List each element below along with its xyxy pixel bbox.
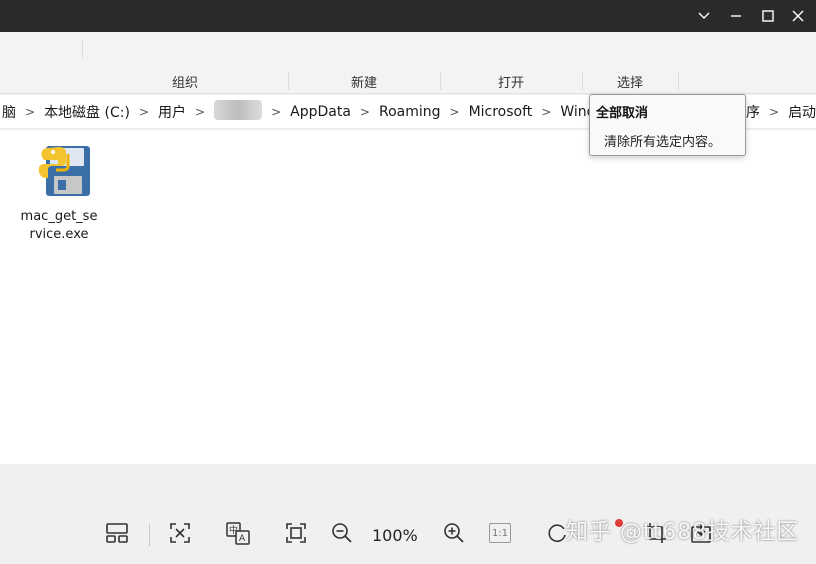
breadcrumb-username-redacted[interactable] <box>212 100 264 124</box>
chevron-right-icon[interactable]: > <box>762 105 786 119</box>
actual-size-button[interactable]: 1:1 <box>485 518 515 548</box>
zoom-out-button[interactable] <box>327 518 357 548</box>
minimize-button[interactable] <box>720 0 752 32</box>
python-installer-icon <box>38 146 90 196</box>
file-item[interactable]: mac_get_service.exe <box>18 142 100 244</box>
chevron-right-icon[interactable]: > <box>18 105 42 119</box>
breadcrumb-microsoft[interactable]: Microsoft <box>467 104 535 120</box>
chevron-right-icon[interactable]: > <box>132 105 156 119</box>
smart-crop-button[interactable] <box>165 518 195 548</box>
fit-screen-icon <box>286 523 306 543</box>
ribbon-group-open[interactable]: 打开 <box>440 72 582 91</box>
breadcrumb-users[interactable]: 用户 <box>156 102 188 122</box>
zoom-in-button[interactable] <box>439 518 469 548</box>
crop-x-icon <box>170 523 190 543</box>
chevron-right-icon[interactable]: > <box>264 105 288 119</box>
watermark-text: 知乎 @tt688技术社区 <box>566 520 800 545</box>
fit-window-button[interactable] <box>281 518 311 548</box>
zoom-level: 100% <box>372 526 418 545</box>
breadcrumb-tail: 序 > 启动 <box>744 95 816 128</box>
toolbar-separator <box>149 524 150 546</box>
translate-icon: 中A <box>226 522 250 545</box>
breadcrumb-appdata[interactable]: AppData <box>288 104 353 120</box>
thumbnail-layout-button[interactable] <box>102 518 132 548</box>
translate-button[interactable]: 中A <box>223 518 253 548</box>
ribbon-separator <box>678 72 679 90</box>
chevron-right-icon[interactable]: > <box>443 105 467 119</box>
breadcrumb-this-pc[interactable]: 脑 <box>0 102 18 122</box>
ribbon-separator <box>82 40 83 58</box>
file-name-label: mac_get_service.exe <box>20 209 98 242</box>
maximize-button[interactable] <box>752 0 784 32</box>
chevron-right-icon[interactable]: > <box>188 105 212 119</box>
svg-text:A: A <box>239 534 246 544</box>
close-icon <box>792 10 804 22</box>
minimize-icon <box>731 15 741 17</box>
breadcrumb-local-disk[interactable]: 本地磁盘 (C:) <box>42 102 132 122</box>
ribbon-group-organize[interactable]: 组织 <box>82 72 288 91</box>
chevron-right-icon[interactable]: > <box>534 105 558 119</box>
close-button[interactable] <box>782 0 814 32</box>
zoom-out-icon <box>332 523 352 543</box>
actual-size-label: 1:1 <box>489 523 511 543</box>
breadcrumb-programs[interactable]: 序 <box>744 102 762 122</box>
breadcrumb: 脑 > 本地磁盘 (C:) > 用户 > > AppData > Roaming… <box>0 95 618 128</box>
breadcrumb-startup[interactable]: 启动 <box>786 102 816 122</box>
tooltip-title: 全部取消 <box>596 106 649 121</box>
tooltip-description: 清除所有选定内容。 <box>604 135 722 150</box>
maximize-icon <box>762 10 774 22</box>
select-none-tooltip: 全部取消 清除所有选定内容。 <box>589 94 746 156</box>
layout-icon <box>106 523 128 543</box>
ribbon-group-new[interactable]: 新建 <box>288 72 440 91</box>
ribbon-group-select[interactable]: 选择 <box>582 72 678 91</box>
file-list-area[interactable]: mac_get_service.exe <box>0 130 816 464</box>
chevron-right-icon[interactable]: > <box>353 105 377 119</box>
breadcrumb-roaming[interactable]: Roaming <box>377 104 443 120</box>
zoom-in-icon <box>444 523 464 543</box>
title-bar <box>0 0 816 32</box>
chevron-down-icon[interactable] <box>688 0 720 32</box>
redacted-username-blur <box>214 100 263 120</box>
